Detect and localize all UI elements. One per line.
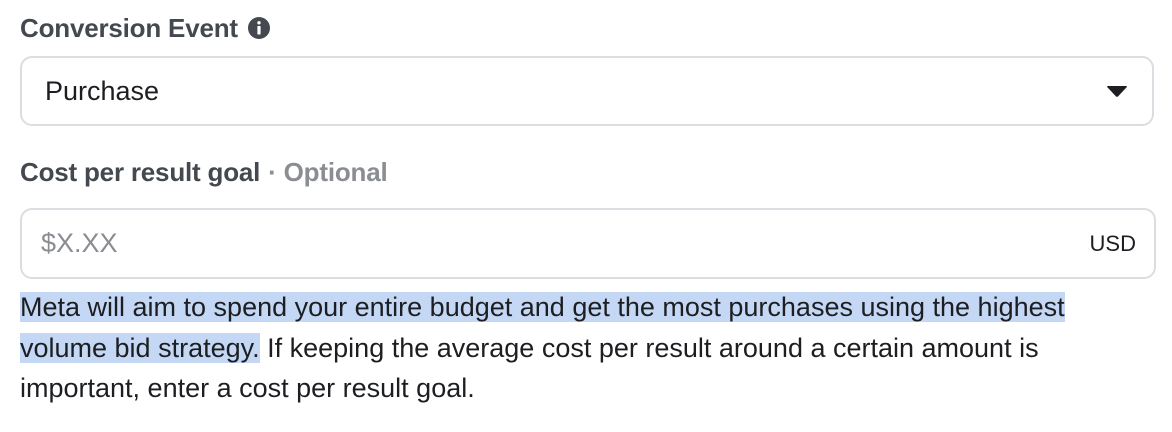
- cost-goal-label: Cost per result goal: [20, 156, 261, 187]
- help-text: Meta will aim to spend your entire budge…: [20, 287, 1140, 409]
- caret-down-icon: [1106, 84, 1128, 98]
- info-circle-icon[interactable]: [247, 16, 271, 40]
- cost-goal-label-row: Cost per result goal · Optional: [20, 154, 388, 190]
- cost-goal-input[interactable]: [41, 228, 1090, 259]
- conversion-event-select[interactable]: Purchase: [20, 56, 1154, 126]
- conversion-event-selected-value: Purchase: [45, 75, 160, 106]
- optional-suffix: · Optional: [268, 156, 388, 187]
- conversion-event-label-row: Conversion Event: [20, 10, 271, 46]
- currency-label: USD: [1089, 230, 1136, 256]
- conversion-event-label: Conversion Event: [20, 12, 238, 43]
- cost-goal-field[interactable]: USD: [20, 208, 1156, 279]
